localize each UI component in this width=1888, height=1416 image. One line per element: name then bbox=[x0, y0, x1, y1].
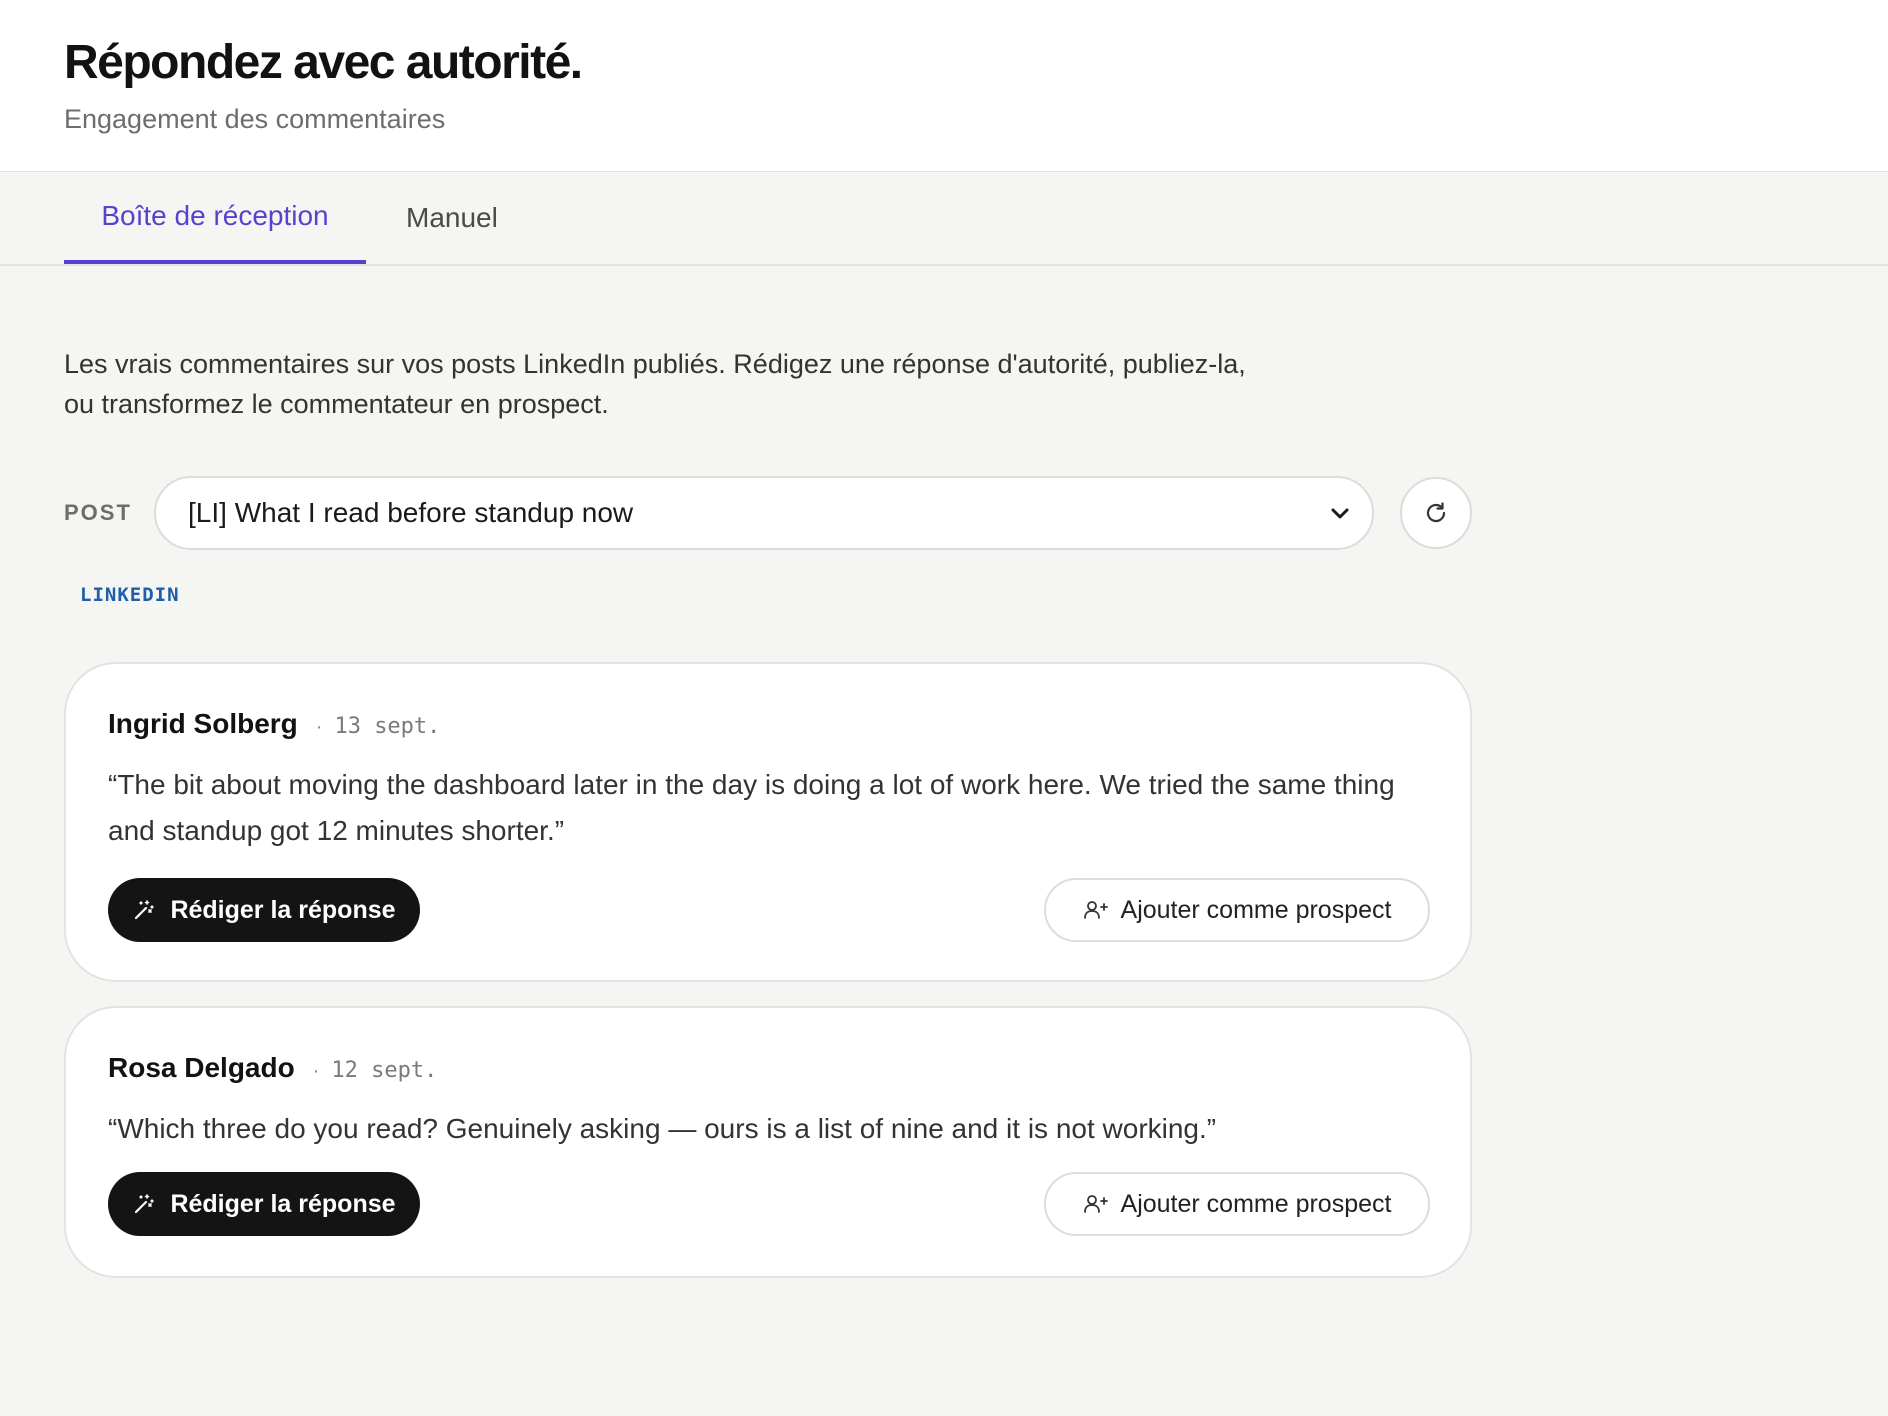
refresh-button[interactable] bbox=[1400, 477, 1472, 549]
chevron-down-icon bbox=[1331, 508, 1349, 519]
magic-wand-icon bbox=[132, 1192, 156, 1216]
separator-dot: · bbox=[315, 716, 323, 738]
user-plus-icon bbox=[1083, 898, 1109, 922]
separator-dot: · bbox=[312, 1060, 320, 1082]
platform-tag: LINKEDIN bbox=[80, 584, 180, 606]
post-select[interactable]: [LI] What I read before standup now bbox=[154, 476, 1374, 550]
comment-card: Ingrid Solberg · 13 sept. “The bit about… bbox=[64, 662, 1472, 982]
comment-text: “The bit about moving the dashboard late… bbox=[108, 769, 1395, 846]
draft-reply-button[interactable]: Rédiger la réponse bbox=[108, 1172, 420, 1236]
refresh-icon bbox=[1426, 502, 1446, 523]
add-prospect-label: Ajouter comme prospect bbox=[1120, 1189, 1392, 1218]
intro-text: Les vrais commentaires sur vos posts Lin… bbox=[64, 349, 1246, 419]
tab-manual[interactable]: Manuel bbox=[406, 172, 498, 264]
page-title: Répondez avec autorité. bbox=[64, 36, 583, 89]
comment-author: Ingrid Solberg bbox=[108, 708, 298, 739]
comment-date: 12 sept. bbox=[331, 1058, 438, 1083]
magic-wand-icon bbox=[132, 898, 156, 922]
add-prospect-label: Ajouter comme prospect bbox=[1120, 895, 1392, 924]
draft-reply-button[interactable]: Rédiger la réponse bbox=[108, 878, 420, 942]
comment-header: Rosa Delgado · 12 sept. bbox=[108, 1052, 437, 1084]
post-selector-row: POST [LI] What I read before standup now bbox=[64, 476, 1472, 552]
comment-author: Rosa Delgado bbox=[108, 1052, 295, 1083]
user-plus-icon bbox=[1083, 1192, 1109, 1216]
add-prospect-button[interactable]: Ajouter comme prospect bbox=[1044, 1172, 1430, 1236]
add-prospect-button[interactable]: Ajouter comme prospect bbox=[1044, 878, 1430, 942]
page-header: Répondez avec autorité. Engagement des c… bbox=[0, 0, 1888, 172]
tab-bar: Boîte de réception Manuel bbox=[0, 172, 1888, 266]
page-subtitle: Engagement des commentaires bbox=[64, 104, 446, 134]
comment-header: Ingrid Solberg · 13 sept. bbox=[108, 708, 440, 740]
post-label: POST bbox=[64, 500, 132, 525]
comment-card: Rosa Delgado · 12 sept. “Which three do … bbox=[64, 1006, 1472, 1278]
draft-reply-label: Rédiger la réponse bbox=[170, 1189, 396, 1218]
draft-reply-label: Rédiger la réponse bbox=[170, 895, 396, 924]
tab-inbox[interactable]: Boîte de réception bbox=[64, 172, 366, 264]
post-select-value: [LI] What I read before standup now bbox=[188, 497, 634, 528]
comment-text: “Which three do you read? Genuinely aski… bbox=[108, 1113, 1217, 1144]
comment-date: 13 sept. bbox=[334, 714, 441, 739]
